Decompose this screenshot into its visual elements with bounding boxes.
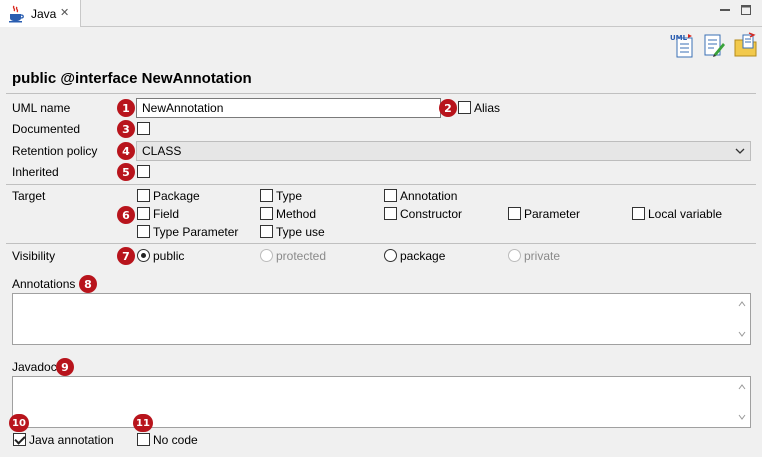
retention-policy-select[interactable]: CLASS bbox=[136, 141, 751, 161]
java-cup-icon bbox=[9, 5, 24, 23]
uml-document-icon[interactable]: UML bbox=[670, 32, 694, 58]
visibility-public-label: public bbox=[153, 249, 185, 263]
target-method-checkbox[interactable] bbox=[260, 207, 273, 220]
target-type-use-label: Type use bbox=[276, 225, 325, 239]
target-type-checkbox[interactable] bbox=[260, 189, 273, 202]
visibility-public-radio[interactable] bbox=[137, 249, 150, 262]
uml-name-input[interactable] bbox=[136, 98, 441, 118]
callout-badge-3: 3 bbox=[117, 120, 135, 138]
scroll-down-icon[interactable] bbox=[738, 331, 746, 337]
target-constructor-checkbox[interactable] bbox=[384, 207, 397, 220]
scroll-up-icon[interactable] bbox=[738, 301, 746, 307]
no-code-label: No code bbox=[153, 433, 198, 447]
separator bbox=[6, 184, 756, 185]
target-method-label: Method bbox=[276, 207, 317, 221]
java-annotation-label: Java annotation bbox=[29, 433, 114, 447]
scrollbar[interactable] bbox=[734, 294, 750, 344]
uml-name-label: UML name bbox=[12, 101, 71, 115]
edit-document-icon[interactable] bbox=[702, 32, 726, 58]
callout-badge-7: 7 bbox=[117, 247, 135, 265]
visibility-label: Visibility bbox=[12, 249, 56, 263]
callout-badge-10: 10 bbox=[9, 414, 29, 432]
chevron-down-icon bbox=[735, 148, 745, 154]
editor-tab-bar: Java ✕ bbox=[0, 0, 762, 27]
visibility-protected-label: protected bbox=[276, 249, 327, 263]
alias-checkbox[interactable] bbox=[458, 101, 471, 114]
target-label: Target bbox=[12, 189, 46, 203]
scroll-down-icon[interactable] bbox=[738, 414, 746, 420]
visibility-package-label: package bbox=[400, 249, 446, 263]
page-title: public @interface NewAnnotation bbox=[12, 70, 252, 87]
no-code-checkbox[interactable] bbox=[137, 433, 150, 446]
callout-badge-9: 9 bbox=[56, 358, 74, 376]
svg-text:UML: UML bbox=[670, 34, 688, 42]
annotations-textarea[interactable] bbox=[12, 293, 751, 345]
close-icon[interactable]: ✕ bbox=[60, 6, 69, 19]
javadoc-textarea[interactable] bbox=[12, 376, 751, 428]
target-package-label: Package bbox=[153, 189, 200, 203]
target-annotation-checkbox[interactable] bbox=[384, 189, 397, 202]
documented-checkbox[interactable] bbox=[137, 122, 150, 135]
target-field-checkbox[interactable] bbox=[137, 207, 150, 220]
target-local-variable-checkbox[interactable] bbox=[632, 207, 645, 220]
retention-policy-label: Retention policy bbox=[12, 144, 98, 158]
target-package-checkbox[interactable] bbox=[137, 189, 150, 202]
maximize-icon[interactable] bbox=[740, 4, 752, 16]
target-type-label: Type bbox=[276, 189, 303, 203]
separator bbox=[6, 93, 756, 94]
target-parameter-checkbox[interactable] bbox=[508, 207, 521, 220]
retention-policy-value: CLASS bbox=[142, 144, 182, 158]
minimize-icon[interactable] bbox=[719, 4, 731, 16]
inherited-checkbox[interactable] bbox=[137, 165, 150, 178]
target-type-parameter-label: Type Parameter bbox=[153, 225, 239, 239]
inherited-label: Inherited bbox=[12, 165, 59, 179]
scrollbar[interactable] bbox=[734, 377, 750, 427]
target-annotation-label: Annotation bbox=[400, 189, 458, 203]
visibility-private-radio[interactable] bbox=[508, 249, 521, 262]
target-parameter-label: Parameter bbox=[524, 207, 581, 221]
target-field-label: Field bbox=[153, 207, 180, 221]
callout-badge-8: 8 bbox=[79, 275, 97, 293]
folder-documents-icon[interactable] bbox=[734, 32, 758, 58]
visibility-package-radio[interactable] bbox=[384, 249, 397, 262]
tab-java[interactable]: Java ✕ bbox=[0, 0, 81, 27]
target-type-use-checkbox[interactable] bbox=[260, 225, 273, 238]
target-type-parameter-checkbox[interactable] bbox=[137, 225, 150, 238]
callout-badge-11: 11 bbox=[133, 414, 153, 432]
callout-badge-4: 4 bbox=[117, 142, 135, 160]
target-constructor-label: Constructor bbox=[400, 207, 463, 221]
tab-label: Java bbox=[31, 7, 57, 21]
java-annotation-checkbox[interactable] bbox=[13, 433, 26, 446]
separator bbox=[6, 243, 756, 244]
alias-label: Alias bbox=[474, 101, 501, 115]
callout-badge-1: 1 bbox=[117, 99, 135, 117]
javadoc-label: Javadoc bbox=[12, 360, 57, 374]
documented-label: Documented bbox=[12, 122, 81, 136]
target-local-variable-label: Local variable bbox=[648, 207, 723, 221]
visibility-private-label: private bbox=[524, 249, 561, 263]
scroll-up-icon[interactable] bbox=[738, 384, 746, 390]
callout-badge-2: 2 bbox=[439, 99, 457, 117]
visibility-protected-radio[interactable] bbox=[260, 249, 273, 262]
callout-badge-5: 5 bbox=[117, 163, 135, 181]
annotations-label: Annotations bbox=[12, 277, 76, 291]
callout-badge-6: 6 bbox=[117, 206, 135, 224]
